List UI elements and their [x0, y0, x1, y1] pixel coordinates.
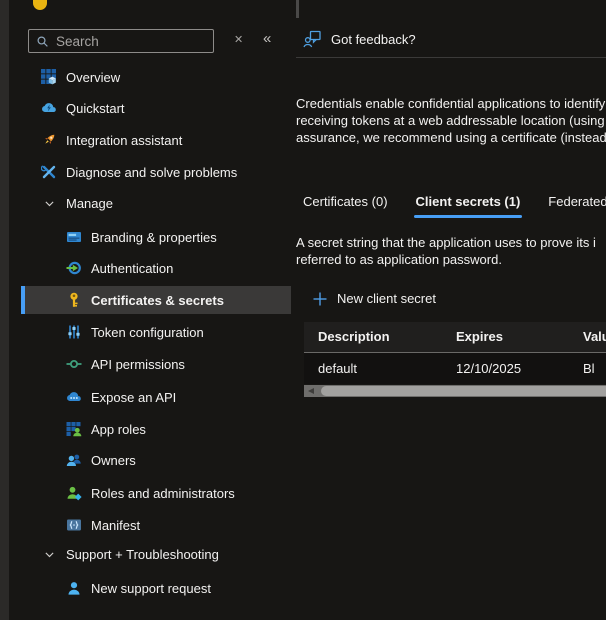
- sidebar-item-api-permissions[interactable]: API permissions: [18, 350, 292, 378]
- app-roles-icon: [66, 421, 82, 437]
- table-row[interactable]: default 12/10/2025 Bl: [304, 353, 606, 384]
- sidebar-item-label: Authentication: [91, 261, 173, 276]
- sidebar-group-manage[interactable]: Manage: [18, 189, 292, 217]
- scrollbar-thumb[interactable]: [321, 386, 606, 396]
- intro-line: Credentials enable confidential applicat…: [296, 95, 606, 112]
- sidebar-item-branding[interactable]: Branding & properties: [18, 223, 292, 251]
- sidebar-item-quickstart[interactable]: Quickstart: [18, 94, 292, 122]
- chevron-down-icon: [43, 197, 56, 210]
- sidebar-item-label: Certificates & secrets: [91, 293, 224, 308]
- sidebar-item-label: Roles and administrators: [91, 486, 235, 501]
- tab-federated-credentials[interactable]: Federated credentials (0): [548, 194, 606, 218]
- sliders-icon: [66, 324, 82, 340]
- quickstart-icon: [41, 100, 57, 116]
- sidebar-item-label: Branding & properties: [91, 230, 217, 245]
- sidebar-item-integration-assistant[interactable]: Integration assistant: [18, 126, 292, 154]
- tab-certificates[interactable]: Certificates (0): [303, 194, 388, 218]
- sidebar-item-app-roles[interactable]: App roles: [18, 415, 292, 443]
- cell-value: Bl: [583, 353, 595, 384]
- sidebar-item-label: Expose an API: [91, 390, 176, 405]
- credentials-tabs: Certificates (0) Client secrets (1) Fede…: [303, 194, 606, 218]
- sidebar-item-label: Owners: [91, 453, 136, 468]
- search-icon: [36, 35, 49, 48]
- intro-line: assurance, we recommend using a certific…: [296, 129, 606, 146]
- manifest-braces-icon: [66, 517, 82, 533]
- plus-icon: [313, 292, 327, 306]
- search-clear-icon[interactable]: ✕: [234, 35, 243, 46]
- chevron-down-icon: [43, 548, 56, 561]
- main-pane: Got feedback? Credentials enable confide…: [296, 0, 606, 620]
- sidebar-item-certificates-secrets[interactable]: Certificates & secrets: [21, 286, 291, 314]
- sidebar-item-label: Quickstart: [66, 101, 125, 116]
- table-header-row: Description Expires Value: [304, 322, 606, 352]
- sidebar-item-roles-administrators[interactable]: Roles and administrators: [18, 479, 292, 507]
- intro-line: receiving tokens at a web addressable lo…: [296, 112, 606, 129]
- search-input[interactable]: [56, 34, 206, 49]
- sidebar-item-label: Token configuration: [91, 325, 204, 340]
- overview-icon: [41, 69, 57, 85]
- horizontal-scrollbar[interactable]: [304, 385, 606, 397]
- support-person-icon: [66, 580, 82, 596]
- branding-card-icon: [66, 229, 82, 245]
- got-feedback-label: Got feedback?: [331, 32, 416, 47]
- sidebar: ✕ « Overview Quickstart Integration assi…: [9, 0, 291, 620]
- cloud-api-icon: [66, 389, 82, 405]
- collapse-sidebar-icon[interactable]: «: [263, 31, 270, 46]
- search-input-box[interactable]: [28, 29, 214, 53]
- rocket-icon: [41, 132, 57, 148]
- sidebar-item-expose-api[interactable]: Expose an API: [18, 383, 292, 411]
- key-icon: [66, 292, 82, 308]
- sidebar-group-label: Manage: [66, 196, 113, 211]
- sidebar-item-authentication[interactable]: Authentication: [18, 254, 292, 282]
- authentication-icon: [66, 260, 82, 276]
- client-secret-description: A secret string that the application use…: [296, 234, 596, 268]
- new-client-secret-button[interactable]: New client secret: [313, 291, 436, 306]
- api-permissions-icon: [66, 356, 82, 372]
- column-header-value: Value: [583, 322, 606, 352]
- got-feedback-button[interactable]: Got feedback?: [303, 30, 416, 49]
- sidebar-item-new-support-request[interactable]: New support request: [18, 574, 292, 602]
- sidebar-item-label: Manifest: [91, 518, 140, 533]
- sidebar-item-manifest[interactable]: Manifest: [18, 511, 292, 539]
- sidebar-item-label: Diagnose and solve problems: [66, 165, 237, 180]
- sidebar-group-support[interactable]: Support + Troubleshooting: [18, 540, 292, 568]
- description-line: A secret string that the application use…: [296, 234, 596, 251]
- sidebar-item-label: Integration assistant: [66, 133, 182, 148]
- left-edge-strip: [0, 0, 9, 620]
- column-header-description: Description: [318, 322, 390, 352]
- sidebar-item-label: New support request: [91, 581, 211, 596]
- sidebar-item-label: API permissions: [91, 357, 185, 372]
- sidebar-item-overview[interactable]: Overview: [18, 63, 292, 91]
- cell-description: default: [318, 353, 357, 384]
- cell-expires: 12/10/2025: [456, 353, 521, 384]
- roles-admin-icon: [66, 485, 82, 501]
- owners-people-icon: [66, 452, 82, 468]
- column-header-expires: Expires: [456, 322, 503, 352]
- sidebar-item-token-configuration[interactable]: Token configuration: [18, 318, 292, 346]
- scroll-left-arrow-icon[interactable]: [308, 388, 314, 394]
- sidebar-item-label: App roles: [91, 422, 146, 437]
- sidebar-item-diagnose[interactable]: Diagnose and solve problems: [18, 158, 292, 186]
- sidebar-item-label: Overview: [66, 70, 120, 85]
- sidebar-item-owners[interactable]: Owners: [18, 446, 292, 474]
- feedback-icon: [303, 30, 322, 49]
- tools-icon: [41, 164, 57, 180]
- tab-client-secrets[interactable]: Client secrets (1): [416, 194, 521, 218]
- header-divider: [296, 57, 606, 58]
- client-secrets-table: Description Expires Value default 12/10/…: [304, 322, 606, 397]
- sidebar-group-label: Support + Troubleshooting: [66, 547, 219, 562]
- new-client-secret-label: New client secret: [337, 291, 436, 306]
- credentials-intro-text: Credentials enable confidential applicat…: [296, 95, 606, 146]
- description-line: referred to as application password.: [296, 251, 596, 268]
